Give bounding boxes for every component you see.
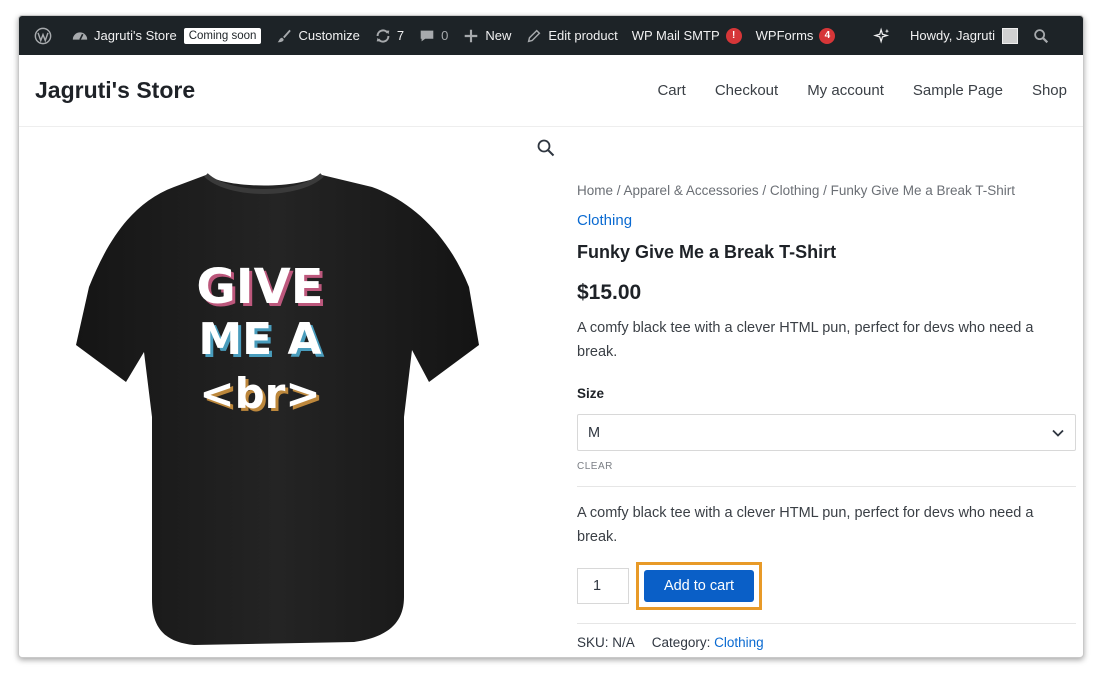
adminbar-search-button[interactable]: [1025, 16, 1083, 55]
customize-label: Customize: [298, 28, 360, 43]
breadcrumb: Home / Apparel & Accessories / Clothing …: [577, 183, 1076, 198]
comments-count: 0: [441, 28, 449, 43]
breadcrumb-separator: /: [758, 183, 770, 198]
product-meta: SKU: N/A Category: Clothing: [577, 635, 1076, 650]
edit-product-button[interactable]: Edit product: [518, 16, 624, 55]
wp-mail-smtp-menu[interactable]: WP Mail SMTP !: [625, 16, 749, 55]
clear-variation-link[interactable]: CLEAR: [577, 461, 1076, 472]
product-summary: Home / Apparel & Accessories / Clothing …: [577, 183, 1076, 650]
product-main: GIVE GIVE ME A ME A <br> <br> Home / App…: [19, 127, 1083, 657]
wpforms-label: WPForms: [755, 28, 814, 43]
sparkle-icon: [873, 27, 891, 45]
shirt-print-line-3: <br>: [199, 369, 320, 418]
dashboard-gauge-icon: [71, 27, 89, 45]
new-content-button[interactable]: New: [455, 16, 518, 55]
admin-bar: Jagruti's Store Coming soon Customize 7 …: [19, 16, 1083, 55]
plus-icon: [462, 27, 480, 45]
variation-description: A comfy black tee with a clever HTML pun…: [577, 505, 1034, 545]
pencil-icon: [525, 27, 543, 45]
wordpress-icon: [34, 27, 52, 45]
site-name-menu[interactable]: Jagruti's Store Coming soon: [64, 16, 268, 55]
product-title: Funky Give Me a Break T-Shirt: [577, 242, 837, 262]
wordpress-logo-button[interactable]: [27, 16, 64, 55]
customize-button[interactable]: Customize: [268, 16, 366, 55]
nav-my-account[interactable]: My account: [807, 82, 884, 99]
product-image-tshirt[interactable]: GIVE GIVE ME A ME A <br> <br>: [54, 167, 479, 657]
nav-cart[interactable]: Cart: [657, 82, 685, 99]
product-price: $15.00: [577, 281, 642, 304]
zoom-magnifier-icon[interactable]: [536, 138, 556, 158]
chevron-down-icon: [1052, 429, 1064, 437]
ai-sparkle-button[interactable]: [866, 16, 903, 55]
site-header: Jagruti's Store Cart Checkout My account…: [19, 55, 1083, 127]
product-short-description: A comfy black tee with a clever HTML pun…: [577, 320, 1034, 360]
breadcrumb-separator: /: [613, 183, 624, 198]
quantity-input[interactable]: 1: [577, 568, 629, 604]
add-to-cart-button[interactable]: Add to cart: [644, 570, 754, 602]
size-label: Size: [577, 386, 605, 401]
add-to-cart-highlight: Add to cart: [636, 562, 762, 610]
updates-button[interactable]: 7: [367, 16, 411, 55]
breadcrumb-current: Funky Give Me a Break T-Shirt: [830, 183, 1015, 198]
site-title[interactable]: Jagruti's Store: [35, 77, 195, 104]
paintbrush-icon: [275, 27, 293, 45]
sku-value: N/A: [612, 635, 635, 650]
add-to-cart-row: 1 Add to cart: [577, 562, 1076, 624]
account-menu[interactable]: Howdy, Jagruti: [903, 16, 1025, 55]
divider: [577, 486, 1076, 487]
comments-button[interactable]: 0: [411, 16, 455, 55]
sku-label: SKU:: [577, 635, 609, 650]
wp-mail-smtp-alert-badge: !: [725, 27, 742, 44]
shirt-print: GIVE GIVE ME A ME A <br> <br>: [196, 259, 326, 421]
category-meta: Category: Clothing: [652, 635, 764, 650]
howdy-label: Howdy, Jagruti: [909, 28, 995, 43]
shirt-print-line-1: GIVE: [196, 259, 323, 315]
breadcrumb-separator: /: [819, 183, 831, 198]
product-category-link[interactable]: Clothing: [577, 212, 1076, 229]
category-label: Category:: [651, 635, 711, 650]
size-selected-value: M: [588, 424, 601, 441]
browser-frame: Jagruti's Store Coming soon Customize 7 …: [18, 15, 1084, 658]
nav-sample-page[interactable]: Sample Page: [913, 82, 1003, 99]
nav-shop[interactable]: Shop: [1032, 82, 1067, 99]
breadcrumb-home[interactable]: Home: [577, 183, 613, 198]
wp-mail-smtp-label: WP Mail SMTP: [631, 28, 720, 43]
wpforms-count-badge: 4: [819, 27, 836, 44]
primary-nav: Cart Checkout My account Sample Page Sho…: [628, 82, 1067, 99]
sku-meta: SKU: N/A: [577, 635, 635, 650]
site-name-label: Jagruti's Store: [94, 28, 177, 43]
comment-bubble-icon: [418, 27, 436, 45]
updates-count: 7: [396, 28, 405, 43]
category-meta-link[interactable]: Clothing: [714, 635, 764, 650]
updates-refresh-icon: [374, 27, 392, 45]
wpforms-menu[interactable]: WPForms 4: [749, 16, 843, 55]
coming-soon-badge: Coming soon: [183, 27, 262, 44]
edit-product-label: Edit product: [548, 28, 618, 43]
avatar: [1002, 27, 1018, 44]
size-select[interactable]: M: [577, 414, 1076, 451]
search-icon: [1032, 27, 1050, 45]
breadcrumb-apparel[interactable]: Apparel & Accessories: [624, 183, 759, 198]
new-label: New: [485, 28, 512, 43]
nav-checkout[interactable]: Checkout: [715, 82, 778, 99]
breadcrumb-clothing[interactable]: Clothing: [770, 183, 820, 198]
shirt-print-line-2: ME A: [198, 314, 321, 365]
